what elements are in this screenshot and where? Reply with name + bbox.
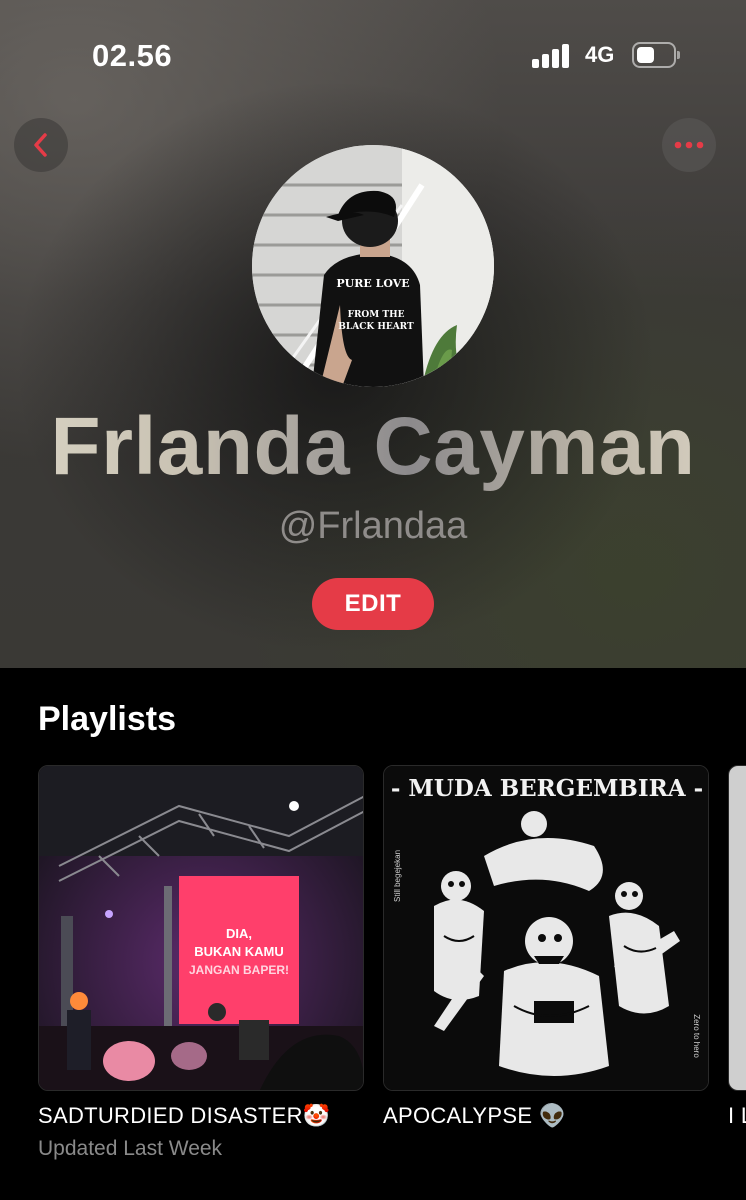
shirt-print-line-1: PURE LOVE	[336, 277, 409, 290]
art-text-3: JANGAN BAPER!	[189, 963, 289, 977]
art-text-2: BUKAN KAMU	[194, 944, 284, 959]
network-type: 4G	[585, 42, 615, 67]
playlist-subtitle: Updated Last Week	[38, 1137, 223, 1160]
back-button[interactable]	[14, 118, 68, 172]
playlist-artwork[interactable]: DIA, BUKAN KAMU JANGAN BAPER!	[38, 765, 364, 1091]
status-time: 02.56	[92, 38, 173, 73]
status-bar: 02.56 4G	[0, 0, 746, 110]
profile-handle: @Frlandaa	[278, 505, 468, 547]
playlist-artwork[interactable]	[728, 765, 746, 1091]
profile-name: Frlanda Cayman	[0, 400, 746, 494]
ellipsis-icon	[674, 141, 704, 149]
playlist-card[interactable]: - MUDA BERGEMBIRA - Still begejekan Zero…	[383, 765, 709, 1137]
cellular-signal-icon	[532, 44, 572, 68]
profile-header: 02.56 4G PURE LOVE FROM THE BLACK HEART …	[0, 0, 746, 668]
battery-icon	[632, 42, 680, 68]
playlist-card[interactable]: I L	[728, 765, 746, 1129]
edit-profile-button[interactable]: EDIT	[312, 578, 434, 630]
shirt-print-line-2: FROM THE	[348, 310, 405, 320]
art-side-text-right: Zero to hero	[692, 1014, 701, 1058]
art-text-1: DIA,	[226, 926, 252, 941]
playlist-card[interactable]: DIA, BUKAN KAMU JANGAN BAPER! SADTURDIED…	[38, 765, 364, 1161]
playlist-title: APOCALYPSE 👽	[383, 1103, 567, 1128]
more-options-button[interactable]	[662, 118, 716, 172]
art-title-text: - MUDA BERGEMBIRA -	[391, 775, 703, 802]
profile-avatar[interactable]: PURE LOVE FROM THE BLACK HEART	[252, 145, 494, 387]
playlists-heading: Playlists	[38, 700, 176, 738]
art-side-text-left: Still begejekan	[393, 850, 402, 902]
shirt-print-line-3: BLACK HEART	[338, 322, 414, 332]
playlist-title: I L	[728, 1103, 746, 1128]
playlist-artwork[interactable]: - MUDA BERGEMBIRA - Still begejekan Zero…	[383, 765, 709, 1091]
playlist-title: SADTURDIED DISASTER🤡	[38, 1103, 331, 1128]
chevron-left-icon	[34, 133, 47, 157]
